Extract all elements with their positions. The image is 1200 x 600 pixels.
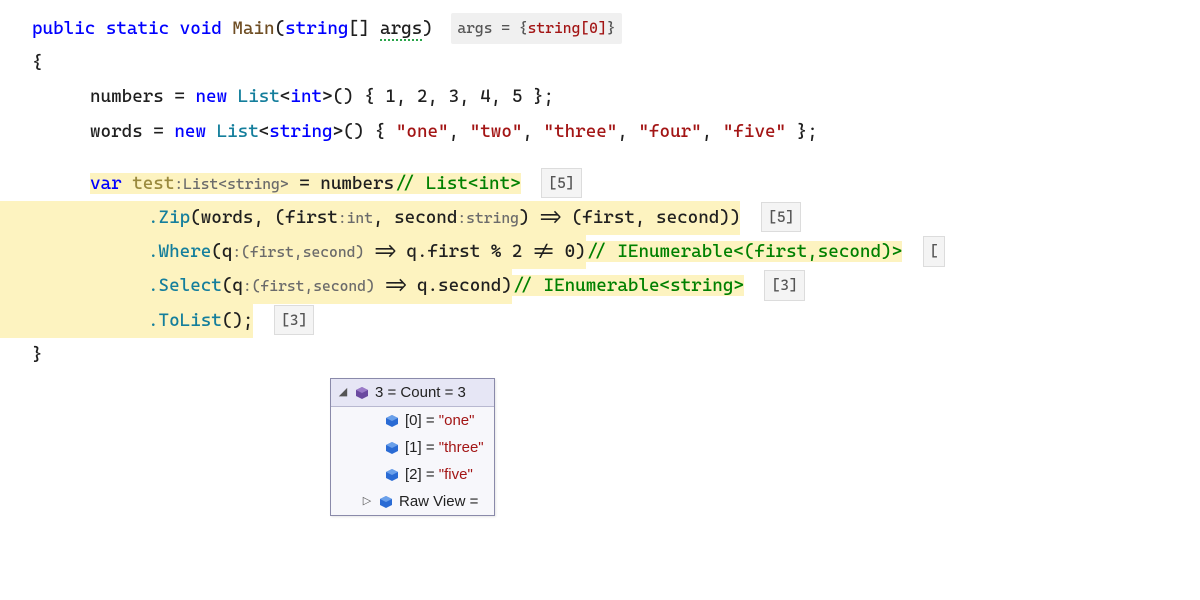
field-cube-icon bbox=[385, 468, 399, 482]
var-words: words bbox=[90, 121, 143, 142]
keyword-void: void bbox=[180, 18, 222, 39]
debug-count-badge[interactable]: [ bbox=[923, 236, 946, 267]
keyword-static: static bbox=[106, 18, 169, 39]
object-cube-icon bbox=[355, 386, 369, 400]
code-line-where: .Where(q:(first,second) => q.first % 2 !… bbox=[0, 235, 1200, 269]
expand-triangle-icon[interactable]: ▷ bbox=[361, 496, 373, 507]
field-cube-icon bbox=[385, 414, 399, 428]
var-numbers: numbers bbox=[90, 86, 164, 107]
collapse-triangle-icon[interactable]: ◢ bbox=[337, 387, 349, 398]
code-line-zip: .Zip(words, (first:int, second:string) =… bbox=[0, 201, 1200, 235]
code-line-tolist: .ToList(); [3] bbox=[0, 304, 1200, 338]
datatip-header-text: 3 = Count = 3 bbox=[375, 385, 466, 400]
debug-count-badge[interactable]: [5] bbox=[761, 202, 801, 233]
brace-open: { bbox=[32, 46, 1200, 80]
code-line-var-test: var test:List<string> = numbers// List<i… bbox=[32, 167, 1200, 201]
code-line-words: words = new List<string>() { "one", "two… bbox=[32, 115, 1200, 149]
field-cube-icon bbox=[385, 441, 399, 455]
inline-comment: // IEnumerable<string> bbox=[512, 275, 744, 296]
type-hint-test: :List<string> bbox=[174, 175, 288, 193]
datatip-item-row[interactable]: [2] = "five" bbox=[331, 461, 494, 488]
method-main: Main bbox=[232, 18, 274, 39]
datatip-rawview-label: Raw View = bbox=[399, 494, 478, 509]
datatip-header-row[interactable]: ◢ 3 = Count = 3 bbox=[331, 379, 494, 407]
debug-count-badge[interactable]: [5] bbox=[541, 168, 581, 199]
inline-hint-args[interactable]: args = {string[0]} bbox=[451, 13, 621, 44]
debug-datatip-popup[interactable]: ◢ 3 = Count = 3 [0] = "one" [1] = "three… bbox=[330, 378, 495, 516]
keyword-public: public bbox=[32, 18, 95, 39]
field-cube-icon bbox=[379, 495, 393, 509]
brace-close: } bbox=[32, 338, 1200, 372]
datatip-rawview-row[interactable]: ▷ Raw View = bbox=[331, 488, 494, 515]
blank-line bbox=[32, 149, 1200, 167]
debug-count-badge[interactable]: [3] bbox=[274, 305, 314, 336]
code-line-select: .Select(q:(first,second) => q.second)// … bbox=[0, 269, 1200, 303]
debug-count-badge[interactable]: [3] bbox=[764, 270, 804, 301]
var-test: test bbox=[132, 173, 174, 194]
datatip-item-row[interactable]: [0] = "one" bbox=[331, 407, 494, 434]
code-line-signature: public static void Main(string[] args) a… bbox=[32, 12, 1200, 46]
inline-comment: // List<int> bbox=[394, 173, 521, 194]
type-string: string bbox=[285, 18, 348, 39]
code-line-numbers: numbers = new List<int>() { 1, 2, 3, 4, … bbox=[32, 80, 1200, 114]
datatip-item-row[interactable]: [1] = "three" bbox=[331, 434, 494, 461]
inline-comment: // IEnumerable<(first,second)> bbox=[586, 241, 902, 262]
param-args[interactable]: args bbox=[380, 18, 422, 41]
